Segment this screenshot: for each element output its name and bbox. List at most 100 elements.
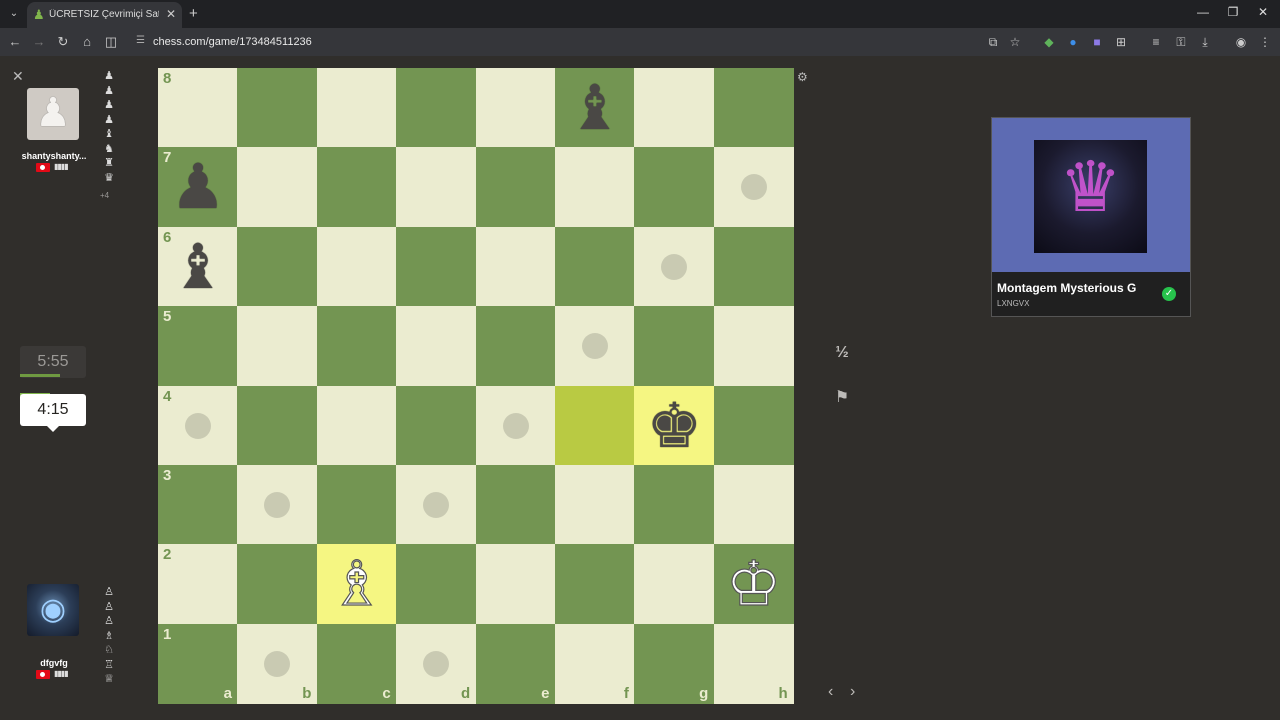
square-b2[interactable] (237, 544, 318, 625)
square-b5[interactable] (237, 306, 318, 387)
square-d3[interactable] (396, 464, 477, 545)
square-g4[interactable]: ♚ (634, 385, 715, 466)
player-avatar[interactable]: ◉ (27, 584, 79, 636)
extensions-puzzle-icon[interactable]: ⊞ (1113, 35, 1129, 49)
square-d5[interactable] (396, 306, 477, 387)
tab-list-icon[interactable]: ⌄ (6, 6, 22, 22)
square-h8[interactable] (713, 68, 794, 148)
square-g8[interactable] (634, 68, 715, 148)
square-d7[interactable] (396, 147, 477, 228)
square-a7[interactable]: 7 ♟ (158, 147, 238, 228)
minimize-icon[interactable]: — (1195, 5, 1211, 19)
square-f5[interactable] (554, 306, 635, 387)
square-h4[interactable] (713, 385, 794, 466)
white-piece-c2[interactable]: ♗ (317, 544, 397, 624)
menu-icon[interactable]: ⋮ (1257, 35, 1273, 49)
close-window-icon[interactable]: ✕ (1255, 5, 1271, 19)
back-icon[interactable]: ← (7, 34, 23, 49)
square-e5[interactable] (475, 306, 556, 387)
resign-button[interactable]: ⚑ (826, 386, 858, 410)
extension-icon[interactable]: ◆ (1041, 35, 1057, 49)
square-h2[interactable]: ♔ (713, 544, 794, 625)
black-piece-a6[interactable]: ♝ (158, 227, 238, 307)
next-move-button[interactable]: › (850, 683, 855, 701)
square-b8[interactable] (237, 68, 318, 148)
player-username[interactable]: dfgvfg (14, 658, 94, 668)
square-b6[interactable] (237, 226, 318, 307)
move-hint-dot[interactable] (740, 174, 767, 201)
square-g7[interactable] (634, 147, 715, 228)
square-h3[interactable] (713, 464, 794, 545)
forward-icon[interactable]: → (31, 34, 47, 49)
home-icon[interactable]: ⌂ (79, 34, 95, 49)
address-bar[interactable]: ☰ chess.com/game/173484511236 (130, 31, 1130, 53)
download-icon[interactable]: ⤓ (1197, 35, 1213, 50)
offer-draw-button[interactable]: ½ (826, 341, 858, 365)
square-g5[interactable] (634, 306, 715, 387)
square-c7[interactable] (316, 147, 397, 228)
square-f3[interactable] (554, 464, 635, 545)
move-hint-dot[interactable] (423, 491, 450, 518)
move-hint-dot[interactable] (581, 333, 608, 360)
opponent-username[interactable]: shantyshanty... (14, 151, 94, 161)
url-text[interactable]: chess.com/game/173484511236 (153, 36, 312, 48)
square-f2[interactable] (554, 544, 635, 625)
password-icon[interactable]: ⚿ (1173, 35, 1189, 50)
tab-search-icon[interactable]: ≡ (1148, 35, 1164, 49)
square-g3[interactable] (634, 464, 715, 545)
black-piece-f8[interactable]: ♝ (555, 68, 635, 148)
square-h7[interactable] (713, 147, 794, 228)
square-h1[interactable]: h (713, 623, 794, 704)
square-e6[interactable] (475, 226, 556, 307)
square-h6[interactable] (713, 226, 794, 307)
move-hint-dot[interactable] (185, 412, 211, 439)
tab-close-icon[interactable]: ✕ (166, 7, 176, 21)
move-hint-dot[interactable] (423, 650, 450, 677)
square-e3[interactable] (475, 464, 556, 545)
square-g2[interactable] (634, 544, 715, 625)
square-f1[interactable]: f (554, 623, 635, 704)
move-hint-dot[interactable] (264, 491, 291, 518)
square-a3[interactable]: 3 (158, 464, 238, 545)
square-f7[interactable] (554, 147, 635, 228)
install-icon[interactable]: ⧉ (985, 35, 1001, 50)
square-g1[interactable]: g (634, 623, 715, 704)
square-b7[interactable] (237, 147, 318, 228)
square-g6[interactable] (634, 226, 715, 307)
site-info-icon[interactable]: ☰ (136, 35, 145, 46)
square-f6[interactable] (554, 226, 635, 307)
square-h5[interactable] (713, 306, 794, 387)
square-f4[interactable] (554, 385, 635, 466)
square-b1[interactable]: b (237, 623, 318, 704)
square-c5[interactable] (316, 306, 397, 387)
square-a5[interactable]: 5 (158, 306, 238, 387)
square-c4[interactable] (316, 385, 397, 466)
black-piece-g4[interactable]: ♚ (634, 386, 714, 466)
square-d2[interactable] (396, 544, 477, 625)
extension-icon[interactable]: ■ (1089, 35, 1105, 49)
square-e7[interactable] (475, 147, 556, 228)
chess-board[interactable]: 8 ♝ 7 ♟ 6 ♝ 5 4 ♚ 3 2 ♗ ♔ 1 a b c d e f g h (158, 68, 794, 704)
black-piece-a7[interactable]: ♟ (158, 147, 238, 227)
previous-move-button[interactable]: ‹ (828, 683, 833, 701)
video-card[interactable]: ♛ Montagem Mysterious G LXNGVX ✓ (991, 117, 1191, 317)
move-hint-dot[interactable] (661, 253, 688, 280)
square-a6[interactable]: 6 ♝ (158, 226, 238, 307)
square-d6[interactable] (396, 226, 477, 307)
square-e2[interactable] (475, 544, 556, 625)
square-c2[interactable]: ♗ (316, 544, 397, 625)
square-c3[interactable] (316, 464, 397, 545)
square-a8[interactable]: 8 (158, 68, 238, 148)
close-icon[interactable]: ✕ (12, 68, 24, 85)
square-c8[interactable] (316, 68, 397, 148)
white-piece-h2[interactable]: ♔ (714, 544, 794, 624)
square-e1[interactable]: e (475, 623, 556, 704)
square-a2[interactable]: 2 (158, 544, 238, 625)
bookmark-star-icon[interactable]: ☆ (1007, 35, 1023, 49)
gear-icon[interactable]: ⚙ (797, 70, 808, 84)
square-e8[interactable] (475, 68, 556, 148)
maximize-icon[interactable]: ❐ (1225, 5, 1241, 19)
extension-icon[interactable]: ● (1065, 35, 1081, 49)
move-hint-dot[interactable] (264, 650, 291, 677)
split-view-icon[interactable]: ◫ (103, 34, 119, 50)
